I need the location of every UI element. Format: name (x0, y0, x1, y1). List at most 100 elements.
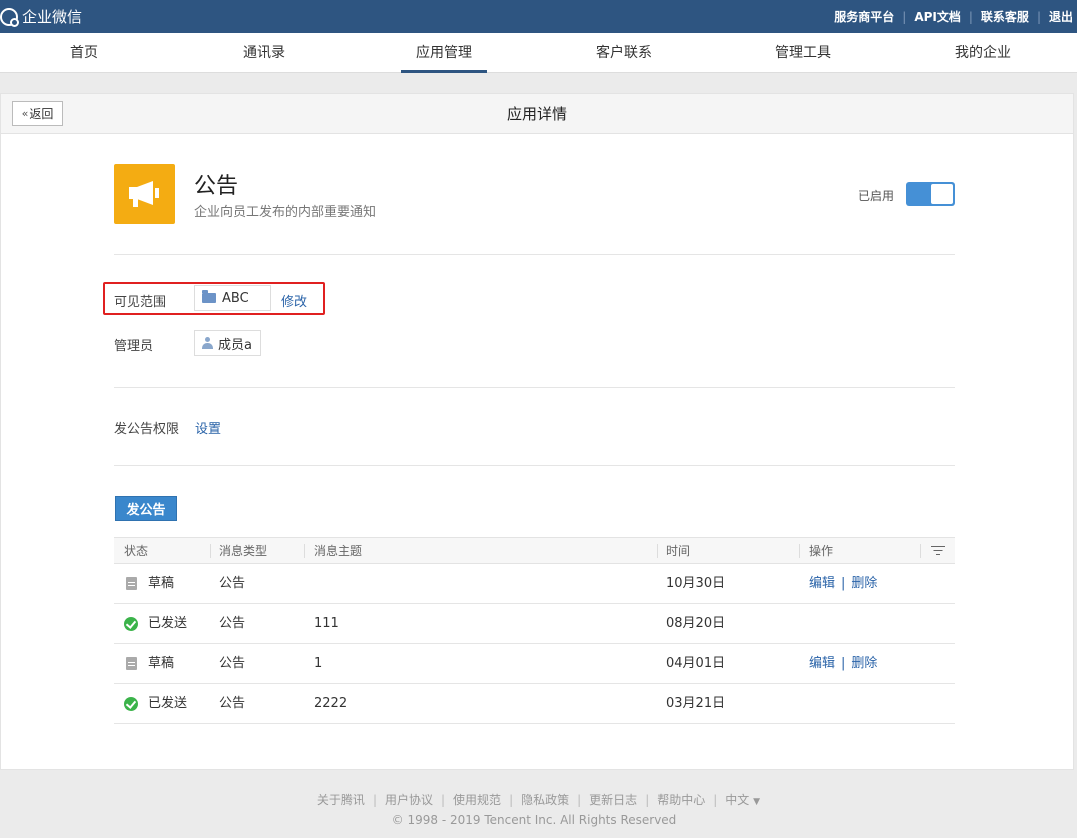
footer-separator: | (372, 793, 377, 807)
row-type: 公告 (219, 576, 246, 591)
row-type: 公告 (219, 696, 246, 711)
column-header-time: 时间 (666, 544, 691, 558)
scope-chip[interactable]: ABC (194, 285, 271, 311)
scope-chip-label: ABC (222, 290, 249, 306)
row-actions: 编辑 | 删除 (809, 564, 877, 604)
edit-link[interactable]: 编辑 (809, 564, 835, 604)
row-subject: 2222 (314, 696, 348, 711)
column-header-type: 消息类型 (219, 544, 268, 558)
footer-separator: | (509, 793, 514, 807)
row-status: 已发送 (148, 696, 188, 711)
footer-link-privacy[interactable]: 隐私政策 (521, 793, 569, 807)
enable-toggle[interactable] (906, 182, 955, 206)
table-row: 草稿 公告 10月30日 编辑 | 删除 (114, 564, 955, 604)
row-time: 10月30日 (666, 576, 726, 591)
app-description: 企业向员工发布的内部重要通知 (194, 205, 377, 220)
permission-label: 发公告权限 (114, 422, 180, 437)
table-row: 草稿 公告 1 04月01日 编辑 | 删除 (114, 644, 955, 684)
top-link-separator: | (902, 9, 907, 24)
column-separator (304, 544, 305, 558)
wecom-logo-icon (0, 7, 19, 27)
nav-item-app-management[interactable]: 应用管理 (401, 33, 487, 73)
table-header: 状态 消息类型 消息主题 时间 操作 (114, 537, 955, 564)
folder-icon (202, 290, 216, 303)
row-time: 03月21日 (666, 696, 726, 711)
megaphone-icon (128, 181, 159, 207)
nav-item-my-enterprise[interactable]: 我的企业 (947, 33, 1019, 73)
divider (114, 387, 955, 388)
column-header-subject: 消息主题 (314, 544, 363, 558)
row-subject: 1 (314, 656, 323, 671)
footer-link-usage-rules[interactable]: 使用规范 (453, 793, 501, 807)
check-circle-icon (124, 617, 138, 631)
brand-name: 企业微信 (22, 8, 83, 26)
row-status: 草稿 (148, 576, 175, 591)
row-type: 公告 (219, 616, 246, 631)
column-separator (657, 544, 658, 558)
row-time: 04月01日 (666, 656, 726, 671)
divider (114, 465, 955, 466)
footer-link-help[interactable]: 帮助中心 (657, 793, 705, 807)
column-separator (920, 544, 921, 558)
message-table: 状态 消息类型 消息主题 时间 操作 草稿 公告 10月30日 编辑 | 删除 … (114, 537, 955, 724)
row-subject: 111 (314, 616, 339, 631)
top-link-support[interactable]: 联系客服 (981, 8, 1029, 25)
back-button[interactable]: « 返回 (12, 101, 63, 126)
footer-links: 关于腾讯 | 用户协议 | 使用规范 | 隐私政策 | 更新日志 | 帮助中心 | 中文 ▼ (0, 791, 1077, 808)
nav-item-home[interactable]: 首页 (54, 33, 114, 73)
main-nav: 首页 通讯录 应用管理 客户联系 管理工具 我的企业 (0, 33, 1077, 73)
top-link-separator: | (1036, 9, 1041, 24)
top-link-separator: | (968, 9, 973, 24)
visibility-label: 可见范围 (114, 295, 167, 310)
footer-separator: | (441, 793, 446, 807)
nav-item-contacts[interactable]: 通讯录 (228, 33, 300, 73)
footer-separator: | (713, 793, 718, 807)
footer-separator: | (645, 793, 650, 807)
check-circle-icon (124, 697, 138, 711)
footer-link-changelog[interactable]: 更新日志 (589, 793, 637, 807)
row-time: 08月20日 (666, 616, 726, 631)
user-icon (202, 337, 213, 349)
copyright: © 1998 - 2019 Tencent Inc. All Rights Re… (391, 813, 677, 827)
nav-item-customer-contact[interactable]: 客户联系 (588, 33, 660, 73)
admin-chip[interactable]: 成员a (194, 330, 261, 356)
divider (114, 254, 955, 255)
delete-link[interactable]: 删除 (851, 644, 877, 684)
edit-visibility-link[interactable]: 修改 (281, 291, 307, 310)
action-separator: | (841, 576, 846, 591)
draft-icon (126, 657, 137, 670)
top-link-api-docs[interactable]: API文档 (914, 8, 961, 25)
row-status: 草稿 (148, 656, 175, 671)
double-chevron-left-icon: « (21, 107, 29, 120)
footer-separator: | (577, 793, 582, 807)
edit-link[interactable]: 编辑 (809, 644, 835, 684)
status-label: 已启用 (858, 189, 895, 203)
card-header: 应用详情 « 返回 (1, 94, 1073, 134)
table-row: 已发送 公告 2222 03月21日 (114, 684, 955, 724)
permission-set-link[interactable]: 设置 (195, 418, 221, 437)
row-status: 已发送 (148, 616, 188, 631)
app-name: 公告 (194, 174, 239, 199)
draft-icon (126, 577, 137, 590)
footer-link-agreement[interactable]: 用户协议 (385, 793, 433, 807)
column-header-status: 状态 (124, 544, 149, 558)
page-title: 应用详情 (506, 105, 567, 123)
top-bar: 企业微信 服务商平台 | API文档 | 联系客服 | 退出 (0, 0, 1077, 33)
toggle-knob (931, 184, 953, 204)
column-header-actions: 操作 (809, 544, 834, 558)
nav-item-management-tools[interactable]: 管理工具 (767, 33, 839, 73)
footer-link-about[interactable]: 关于腾讯 (317, 793, 365, 807)
top-links: 服务商平台 | API文档 | 联系客服 | 退出 (834, 0, 1077, 33)
column-filter-icon[interactable] (931, 546, 945, 556)
post-announcement-button[interactable]: 发公告 (115, 496, 177, 521)
admin-label: 管理员 (114, 339, 154, 354)
column-separator (210, 544, 211, 558)
column-separator (799, 544, 800, 558)
delete-link[interactable]: 删除 (851, 564, 877, 604)
admin-chip-label: 成员a (218, 337, 252, 353)
row-actions: 编辑 | 删除 (809, 644, 877, 684)
language-selector[interactable]: 中文 ▼ (725, 793, 760, 807)
brand[interactable]: 企业微信 (0, 0, 82, 33)
top-link-provider[interactable]: 服务商平台 (834, 8, 894, 25)
top-link-logout[interactable]: 退出 (1049, 8, 1073, 25)
